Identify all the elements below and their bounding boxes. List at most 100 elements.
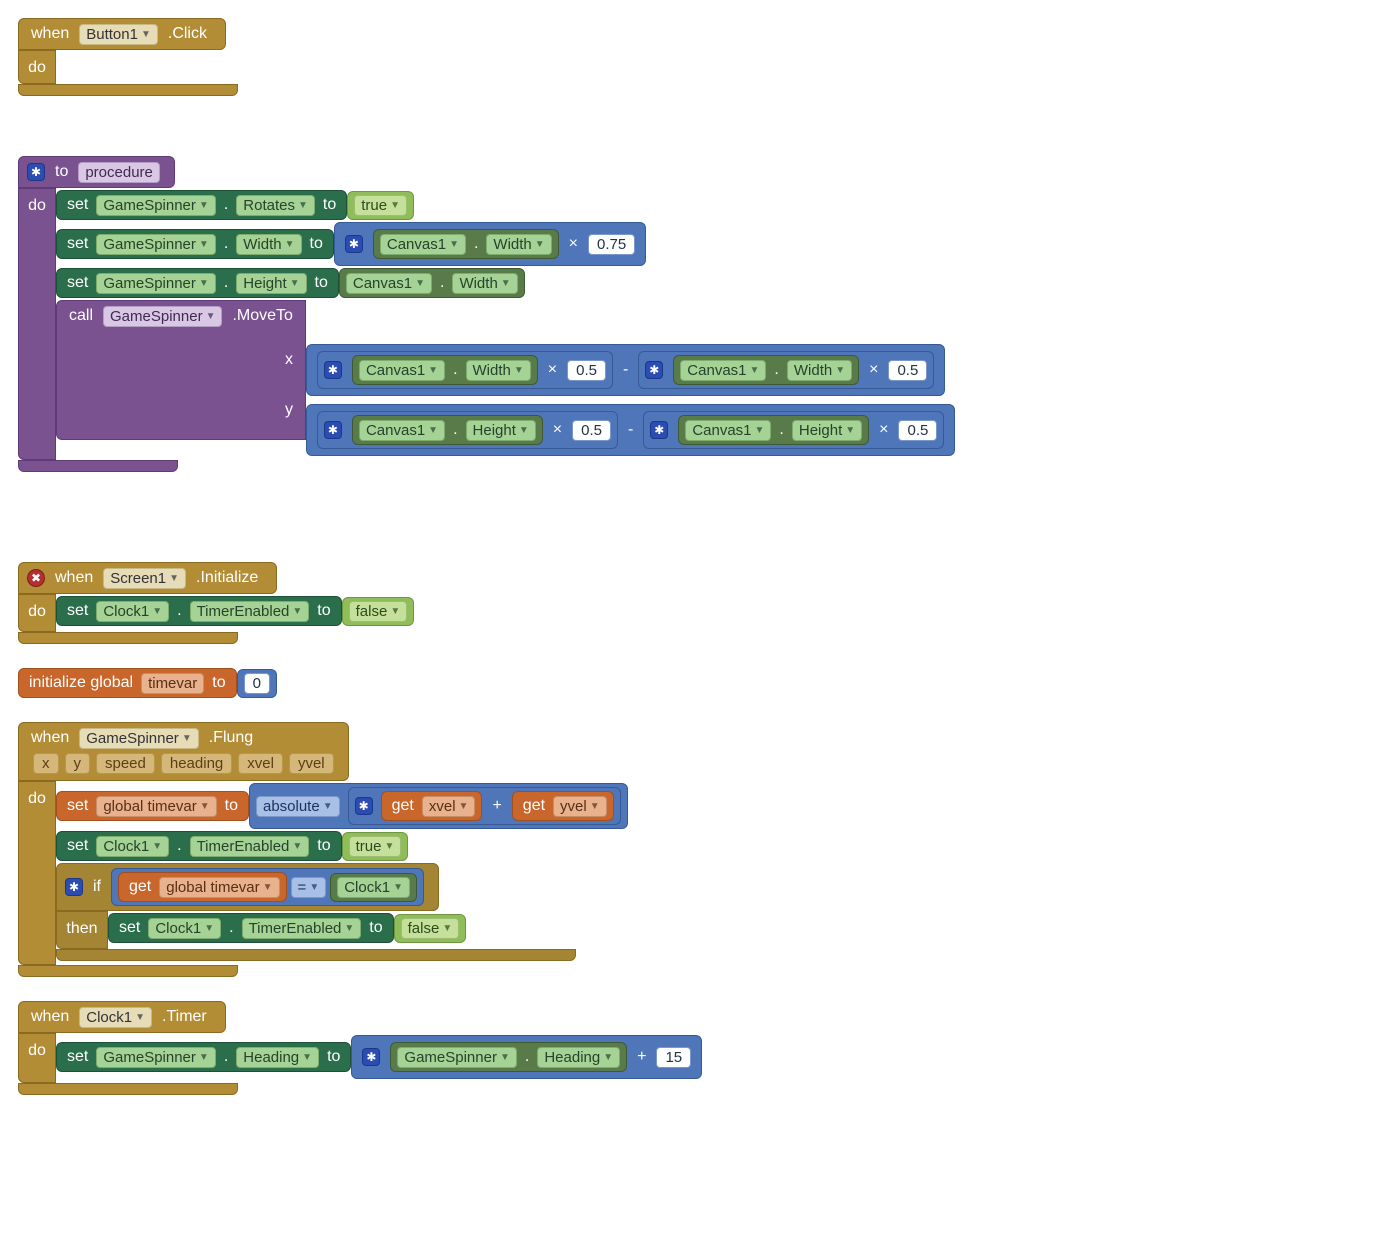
dropdown-global-timevar[interactable]: global timevar▼	[96, 796, 216, 817]
set-heading[interactable]: set GameSpinner▼ . Heading▼ to ✱ GameSpi…	[56, 1035, 702, 1079]
gear-icon[interactable]: ✱	[324, 361, 342, 379]
compare-eq[interactable]: get global timevar▼ =▼ Clock1▼	[111, 868, 424, 906]
gear-icon[interactable]: ✱	[362, 1048, 380, 1066]
gear-icon[interactable]: ✱	[645, 361, 663, 379]
dropdown-gamespinner[interactable]: GameSpinner▼	[103, 306, 222, 327]
dropdown-width[interactable]: Width▼	[466, 360, 531, 381]
math-subtract-y[interactable]: ✱ Canvas1▼ . Height▼ × 0.5 - ✱	[306, 404, 955, 456]
dropdown-button1[interactable]: Button1▼	[79, 24, 158, 45]
dropdown-gamespinner[interactable]: GameSpinner▼	[96, 1047, 215, 1068]
param-yvel[interactable]: yvel	[289, 753, 334, 774]
getter-canvas-width[interactable]: Canvas1▼ . Width▼	[339, 268, 525, 298]
num-input[interactable]: 0.5	[572, 420, 611, 441]
param-speed[interactable]: speed	[96, 753, 155, 774]
num-input[interactable]: 0.5	[888, 360, 927, 381]
dropdown-eq[interactable]: =▼	[291, 877, 327, 898]
dropdown-timerenabled[interactable]: TimerEnabled▼	[190, 836, 310, 857]
dropdown-gamespinner[interactable]: GameSpinner▼	[96, 273, 215, 294]
dropdown-xvel[interactable]: xvel▼	[422, 796, 476, 817]
dropdown-clock1[interactable]: Clock1▼	[96, 601, 169, 622]
dropdown-height[interactable]: Height▼	[236, 273, 306, 294]
set-timerenabled-false-2[interactable]: set Clock1▼ . TimerEnabled▼ to false▼	[108, 913, 466, 943]
dropdown-clock1[interactable]: Clock1▼	[96, 836, 169, 857]
dropdown-heading[interactable]: Heading▼	[236, 1047, 319, 1068]
num-input[interactable]: 0	[244, 673, 270, 694]
dropdown-clock1[interactable]: Clock1▼	[337, 877, 410, 898]
gear-icon[interactable]: ✱	[324, 421, 342, 439]
gear-icon[interactable]: ✱	[650, 421, 668, 439]
event-gamespinner-flung[interactable]: when GameSpinner▼ .Flung x y speed headi…	[18, 722, 1366, 977]
set-height[interactable]: set GameSpinner▼ . Height▼ to Canvas1▼ .…	[56, 268, 525, 298]
event-button1-click[interactable]: when Button1▼ .Click do	[18, 18, 1366, 96]
set-rotates[interactable]: set GameSpinner▼ . Rotates▼ to true▼	[56, 190, 414, 220]
num-literal[interactable]: 0	[237, 669, 277, 698]
dropdown-timerenabled[interactable]: TimerEnabled▼	[190, 601, 310, 622]
dropdown-height[interactable]: Height▼	[792, 420, 862, 441]
dropdown-gamespinner[interactable]: GameSpinner▼	[96, 234, 215, 255]
procedure-definition[interactable]: ✱ to procedure do set GameSpinner▼ . Rot…	[18, 156, 1366, 472]
dropdown-canvas1[interactable]: Canvas1▼	[359, 360, 445, 381]
dropdown-gamespinner[interactable]: GameSpinner▼	[79, 728, 198, 749]
dropdown-timerenabled[interactable]: TimerEnabled▼	[242, 918, 362, 939]
dropdown-width[interactable]: Width▼	[486, 234, 551, 255]
dropdown-clock1[interactable]: Clock1▼	[148, 918, 221, 939]
math-add[interactable]: ✱ get xvel▼ + get yvel▼	[348, 787, 621, 825]
get-global-timevar[interactable]: get global timevar▼	[118, 872, 287, 902]
num-input[interactable]: 0.5	[567, 360, 606, 381]
dropdown-canvas1[interactable]: Canvas1▼	[380, 234, 466, 255]
value-false[interactable]: false▼	[394, 914, 467, 943]
getter-canvas-width[interactable]: Canvas1▼ . Width▼	[373, 229, 559, 259]
dropdown-canvas1[interactable]: Canvas1▼	[685, 420, 771, 441]
set-width[interactable]: set GameSpinner▼ . Width▼ to ✱ Canvas1▼ …	[56, 222, 646, 266]
num-input[interactable]: 0.75	[588, 234, 635, 255]
event-clock1-timer[interactable]: when Clock1▼ .Timer do set GameSpinner▼ …	[18, 1001, 1366, 1095]
value-true[interactable]: true▼	[342, 832, 409, 861]
value-false[interactable]: false▼	[342, 597, 415, 626]
get-yvel[interactable]: get yvel▼	[512, 791, 614, 821]
get-xvel[interactable]: get xvel▼	[381, 791, 483, 821]
getter-canvas-height[interactable]: Canvas1▼ . Height▼	[678, 415, 869, 445]
param-heading[interactable]: heading	[161, 753, 232, 774]
dropdown-gamespinner[interactable]: GameSpinner▼	[397, 1047, 516, 1068]
gear-icon[interactable]: ✱	[27, 163, 45, 181]
dropdown-clock1[interactable]: Clock1▼	[79, 1007, 152, 1028]
dropdown-width[interactable]: Width▼	[452, 273, 517, 294]
dropdown-width[interactable]: Width▼	[787, 360, 852, 381]
math-multiply[interactable]: ✱ Canvas1▼ . Width▼ × 0.5	[317, 351, 613, 389]
dropdown-canvas1[interactable]: Canvas1▼	[359, 420, 445, 441]
getter-canvas-width[interactable]: Canvas1▼ . Width▼	[352, 355, 538, 385]
dropdown-canvas1[interactable]: Canvas1▼	[680, 360, 766, 381]
math-multiply[interactable]: ✱ Canvas1▼ . Width▼ × 0.5	[638, 351, 934, 389]
dropdown-yvel[interactable]: yvel▼	[553, 796, 607, 817]
value-true[interactable]: true▼	[347, 191, 414, 220]
gear-icon[interactable]: ✱	[65, 878, 83, 896]
set-timerenabled-true[interactable]: set Clock1▼ . TimerEnabled▼ to true▼	[56, 831, 408, 861]
getter-canvas-height[interactable]: Canvas1▼ . Height▼	[352, 415, 543, 445]
math-multiply[interactable]: ✱ Canvas1▼ . Height▼ × 0.5	[317, 411, 618, 449]
getter-clock1[interactable]: Clock1▼	[330, 873, 417, 902]
dropdown-gamespinner[interactable]: GameSpinner▼	[96, 195, 215, 216]
getter-heading[interactable]: GameSpinner▼ . Heading▼	[390, 1042, 627, 1072]
num-input[interactable]: 0.5	[898, 420, 937, 441]
math-absolute[interactable]: absolute▼ ✱ get xvel▼ + get yvel▼	[249, 783, 628, 829]
num-input[interactable]: 15	[656, 1047, 691, 1068]
set-global-timevar[interactable]: set global timevar▼ to absolute▼ ✱ get x…	[56, 783, 628, 829]
param-xvel[interactable]: xvel	[238, 753, 283, 774]
param-x[interactable]: x	[33, 753, 59, 774]
gear-icon[interactable]: ✱	[355, 797, 373, 815]
dropdown-screen1[interactable]: Screen1▼	[103, 568, 186, 589]
dropdown-heading[interactable]: Heading▼	[537, 1047, 620, 1068]
dropdown-absolute[interactable]: absolute▼	[256, 796, 340, 817]
if-block[interactable]: ✱ if get global timevar▼ =▼ Clock1▼	[56, 863, 576, 961]
dropdown-height[interactable]: Height▼	[466, 420, 536, 441]
procedure-name[interactable]: procedure	[78, 162, 160, 183]
math-multiply[interactable]: ✱ Canvas1▼ . Width▼ × 0.75	[334, 222, 646, 266]
math-multiply[interactable]: ✱ Canvas1▼ . Height▼ × 0.5	[643, 411, 944, 449]
param-y[interactable]: y	[65, 753, 91, 774]
dropdown-width[interactable]: Width▼	[236, 234, 301, 255]
dropdown-rotates[interactable]: Rotates▼	[236, 195, 315, 216]
gear-icon[interactable]: ✱	[345, 235, 363, 253]
event-screen1-initialize[interactable]: ✖ when Screen1▼ .Initialize do set Clock…	[18, 562, 1366, 644]
math-add[interactable]: ✱ GameSpinner▼ . Heading▼ + 15	[351, 1035, 702, 1079]
var-name-timevar[interactable]: timevar	[141, 673, 204, 694]
